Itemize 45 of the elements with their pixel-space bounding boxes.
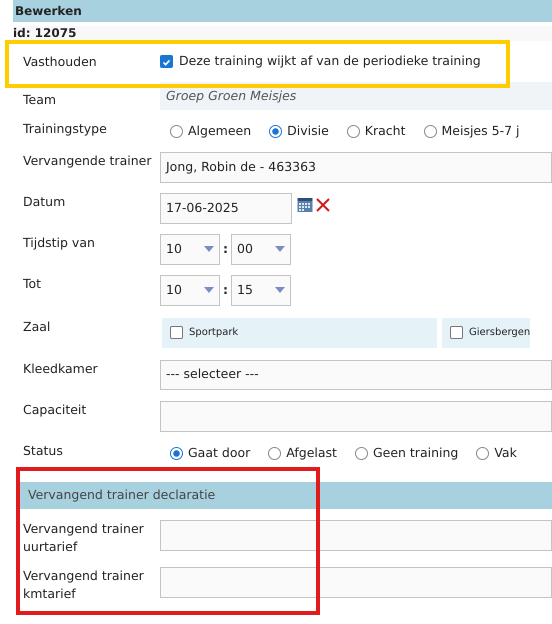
input-field[interactable] <box>160 520 552 550</box>
record-id: id: 12075 <box>13 26 552 41</box>
field-label: Capaciteit <box>22 400 88 419</box>
date-field[interactable]: 17-06-2025 <box>160 192 292 224</box>
minute-select[interactable]: 00 <box>231 234 291 265</box>
radio-option[interactable]: Meisjes 5-7 j <box>424 122 520 141</box>
field-label: Vasthouden <box>22 53 98 71</box>
caret-icon <box>204 287 214 294</box>
radio-option[interactable]: Algemeen <box>170 122 252 141</box>
field-label: Team <box>22 91 58 109</box>
clear-icon[interactable] <box>316 198 330 212</box>
radio-option[interactable]: Vak <box>476 444 517 462</box>
radio-option[interactable]: Gaat door <box>170 444 250 462</box>
radio-option[interactable]: Divisie <box>269 122 329 141</box>
field-label: Datum <box>22 192 66 211</box>
field-label: Vervangende trainer <box>22 152 152 170</box>
checkbox-option[interactable]: Deze training wijkt af van de periodieke training <box>160 49 481 71</box>
minute-select[interactable]: 15 <box>231 274 291 306</box>
caret-icon <box>275 287 285 294</box>
field-label: Kleedkamer <box>22 360 99 378</box>
text-field[interactable]: Jong, Robin de - 463363 <box>160 152 552 183</box>
radio-option[interactable]: Geen training <box>354 444 458 462</box>
field-label: Vervangend trainer kmtarief <box>22 566 145 602</box>
field-label: Tijdstip van <box>22 234 96 252</box>
hour-select[interactable]: 10 <box>160 274 220 306</box>
time-separator: : <box>223 240 228 258</box>
venue-option[interactable]: Giersbergen <box>442 318 530 348</box>
field-label: Zaal <box>22 318 52 336</box>
select-field[interactable]: --- selecteer --- <box>160 360 552 390</box>
section-header: Vervangend trainer declaratie <box>18 482 552 508</box>
section-header: Bewerken <box>13 0 552 22</box>
field-label: Tot <box>22 274 42 293</box>
caret-icon <box>275 246 285 252</box>
input-field[interactable] <box>160 400 552 432</box>
radio-option[interactable]: Kracht <box>346 122 406 141</box>
field-label: Vervangend trainer uurtarief <box>22 520 145 556</box>
field-label: Status <box>22 442 64 460</box>
venue-option[interactable]: Sportpark <box>162 318 437 348</box>
caret-icon <box>204 246 214 252</box>
input-field[interactable] <box>160 566 552 598</box>
time-separator: : <box>223 280 228 299</box>
hour-select[interactable]: 10 <box>160 234 220 265</box>
field-label: Trainingstype <box>22 120 108 138</box>
calendar-icon[interactable] <box>297 196 313 213</box>
radio-option[interactable]: Afgelast <box>268 444 337 462</box>
